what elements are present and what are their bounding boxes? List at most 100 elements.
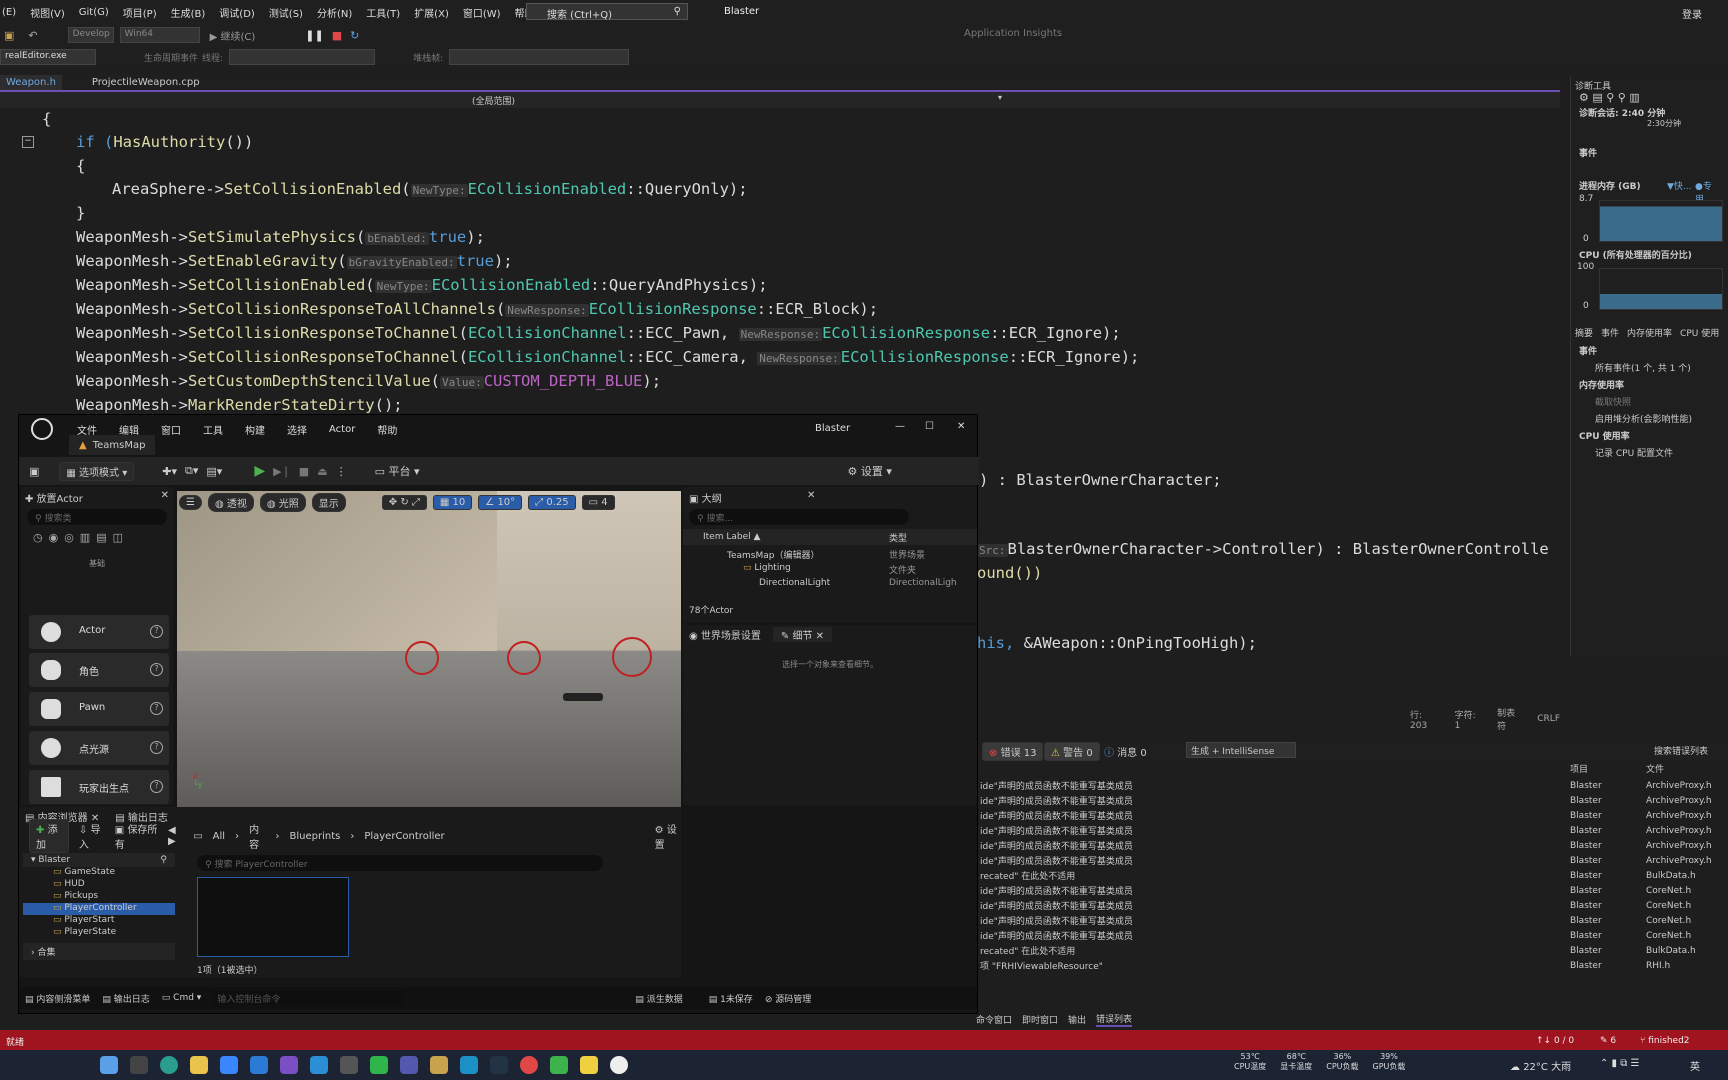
col-file[interactable]: 文件 xyxy=(1646,762,1664,775)
warnings-filter[interactable]: ⚠ 警告 0 xyxy=(1044,742,1100,761)
menu-window[interactable]: 窗口(W) xyxy=(463,5,501,20)
status-sync[interactable]: ↑↓ 0 / 0 xyxy=(1536,1036,1574,1046)
tree-root[interactable]: ▾ Blaster ⚲ xyxy=(23,853,175,867)
app-icon[interactable] xyxy=(490,1056,508,1074)
tree-row[interactable]: ▭ Lighting xyxy=(743,563,791,573)
vs-icon[interactable] xyxy=(280,1056,298,1074)
tab-output[interactable]: 输出 xyxy=(1068,1013,1086,1026)
breadcrumb[interactable]: All xyxy=(213,831,225,842)
spawn-gizmo[interactable] xyxy=(507,641,541,675)
vp-grid-snap[interactable]: ▦ 10 xyxy=(432,495,473,510)
category-icons[interactable]: ◷◉◎▥▤◫ xyxy=(33,531,161,544)
platform-button[interactable]: ▭ 平台 ▾ xyxy=(375,463,420,479)
menu-project[interactable]: 项目(P) xyxy=(123,5,157,20)
tab-immediate[interactable]: 即时窗口 xyxy=(1022,1013,1058,1026)
eject-icon[interactable]: ⏏ xyxy=(317,465,327,478)
close-icon[interactable]: ✕ xyxy=(957,421,965,432)
errors-filter[interactable]: ⊗ 错误 13 xyxy=(982,742,1044,761)
teams-icon[interactable] xyxy=(400,1056,418,1074)
tab-projectileweapon-cpp[interactable]: ProjectileWeapon.cpp xyxy=(86,75,206,90)
outliner-search[interactable]: ⚲ 搜索... xyxy=(689,509,909,525)
widgets-icon[interactable] xyxy=(100,1056,118,1074)
cmd-dropdown[interactable]: ▭ Cmd ▾ xyxy=(162,993,202,1003)
menu-build[interactable]: 生成(B) xyxy=(171,5,206,20)
app-icon[interactable] xyxy=(550,1056,568,1074)
collapse-icon[interactable]: − xyxy=(22,136,34,148)
vscode-icon[interactable] xyxy=(310,1056,328,1074)
save-icon[interactable]: ▣ xyxy=(4,29,14,42)
diag-ev-all[interactable]: 所有事件(1 个, 共 1 个) xyxy=(1595,361,1691,374)
add-actor-icon[interactable]: ✚▾ xyxy=(162,465,177,478)
chrome-icon[interactable] xyxy=(520,1056,538,1074)
stackframe-dropdown[interactable] xyxy=(449,49,630,65)
vp-scale-snap[interactable]: ⤢ 0.25 xyxy=(528,495,576,510)
stop-play-icon[interactable]: ■ xyxy=(299,465,309,478)
asset-tile[interactable] xyxy=(197,877,349,957)
error-row[interactable]: ide"声明的成员函数不能重写基类成员 Blaster ArchiveProxy.h xyxy=(980,838,1728,853)
ue-map-tab[interactable]: ▲ TeamsMap xyxy=(69,435,156,455)
help-icon[interactable]: ? xyxy=(150,741,163,754)
maximize-icon[interactable]: ☐ xyxy=(925,421,934,432)
derived-data-button[interactable]: ▤ 派生数据 xyxy=(635,992,682,1005)
folder-item[interactable]: ▭ PlayerStart xyxy=(53,915,175,927)
sequencer-icon[interactable]: ▤▾ xyxy=(206,465,222,478)
settings-button[interactable]: ⚙ 设置 ▾ xyxy=(848,463,892,479)
vp-transform-tools[interactable]: ✥ ↻ ⤢ xyxy=(381,495,427,510)
error-row[interactable]: recated" 在此处不适用 Blaster BulkData.h xyxy=(980,943,1728,958)
pause-icon[interactable]: ❚❚ xyxy=(305,29,323,42)
input-language[interactable]: 英 xyxy=(1690,1058,1700,1073)
error-row[interactable]: ide"声明的成员函数不能重写基类成员 Blaster CoreNet.h xyxy=(980,898,1728,913)
error-row[interactable]: ide"声明的成员函数不能重写基类成员 Blaster CoreNet.h xyxy=(980,928,1728,943)
app-icon[interactable] xyxy=(460,1056,478,1074)
scope-dropdown[interactable]: (全局范围) xyxy=(472,94,515,107)
unsaved-button[interactable]: ▤ 1未保存 xyxy=(709,992,753,1005)
task-view-icon[interactable] xyxy=(130,1056,148,1074)
config-dropdown[interactable]: Develop xyxy=(67,27,114,43)
error-row[interactable]: ide"声明的成员函数不能重写基类成员 Blaster ArchiveProxy.h xyxy=(980,823,1728,838)
platform-dropdown[interactable]: Win64 xyxy=(119,27,200,43)
ue-menu-actor[interactable]: Actor xyxy=(329,424,355,435)
ue-menu-help[interactable]: 帮助 xyxy=(377,422,397,437)
ue-menu-tools[interactable]: 工具 xyxy=(203,422,223,437)
ue-menu-build[interactable]: 构建 xyxy=(245,422,265,437)
console-input[interactable]: 输入控制台命令 xyxy=(213,991,404,1005)
spawn-gizmo[interactable] xyxy=(612,637,652,677)
tab-weapon-h[interactable]: Weapon.h xyxy=(0,74,62,90)
error-row[interactable]: ide"声明的成员函数不能重写基类成员 Blaster CoreNet.h xyxy=(980,883,1728,898)
diag-cpu-record[interactable]: 记录 CPU 配置文件 xyxy=(1595,446,1673,459)
diag-tab-summary[interactable]: 摘要 xyxy=(1575,326,1593,339)
save-all-button[interactable]: ▣ 保存所有 xyxy=(115,821,158,851)
messages-filter[interactable]: ⓘ 消息 0 xyxy=(1104,744,1147,759)
diag-tab-memory[interactable]: 内存使用率 xyxy=(1627,326,1672,339)
diag-heap[interactable]: 启用堆分析(会影响性能) xyxy=(1595,412,1692,425)
undo-icon[interactable]: ↶ xyxy=(28,29,37,42)
tab-error-list[interactable]: 错误列表 xyxy=(1096,1012,1133,1027)
col-project[interactable]: 项目 xyxy=(1570,762,1588,775)
col-type[interactable]: 类型 xyxy=(889,531,907,544)
error-row[interactable]: ide"声明的成员函数不能重写基类成员 Blaster ArchiveProxy.h xyxy=(980,853,1728,868)
save-level-icon[interactable]: ▣ xyxy=(29,465,39,478)
login-link[interactable]: 登录 xyxy=(1682,6,1702,21)
breadcrumb[interactable]: 内容 xyxy=(249,821,265,851)
help-icon[interactable]: ? xyxy=(150,702,163,715)
explorer-icon[interactable] xyxy=(190,1056,208,1074)
menu-git[interactable]: Git(G) xyxy=(79,7,109,18)
level-viewport[interactable]: ☰ ◍ 透视 ◍ 光照 显示 ✥ ↻ ⤢ ▦ 10 ∠ 10° ⤢ 0.25 ▭… xyxy=(177,491,681,807)
tree-row[interactable]: DirectionalLight xyxy=(759,578,830,588)
tab-details[interactable]: ✎ 细节 ✕ xyxy=(772,626,833,642)
menu-view[interactable]: 视图(V) xyxy=(30,5,65,20)
play-icon[interactable]: ▶ xyxy=(254,463,265,479)
weather[interactable]: ☁ 22°C 大雨 xyxy=(1510,1058,1571,1073)
close-panel-icon[interactable]: ✕ xyxy=(807,490,815,501)
store-icon[interactable] xyxy=(220,1056,238,1074)
error-search[interactable]: 搜索错误列表 xyxy=(1654,744,1708,757)
menu-analyze[interactable]: 分析(N) xyxy=(317,5,352,20)
tab-world-settings[interactable]: ◉ 世界场景设置 xyxy=(689,627,761,642)
error-row[interactable]: ide"声明的成员函数不能重写基类成员 Blaster ArchiveProxy.h xyxy=(980,778,1728,793)
content-drawer-button[interactable]: ▤ 内容侧滑菜单 xyxy=(25,992,90,1005)
actor-item[interactable]: Pawn? xyxy=(29,692,169,726)
tray-icons[interactable]: ⌃ ▮ ⧉ ☰ xyxy=(1600,1058,1640,1069)
error-row[interactable]: ide"声明的成员函数不能重写基类成员 Blaster ArchiveProxy.h xyxy=(980,793,1728,808)
app-icon[interactable] xyxy=(580,1056,598,1074)
restart-icon[interactable]: ↻ xyxy=(350,29,359,42)
